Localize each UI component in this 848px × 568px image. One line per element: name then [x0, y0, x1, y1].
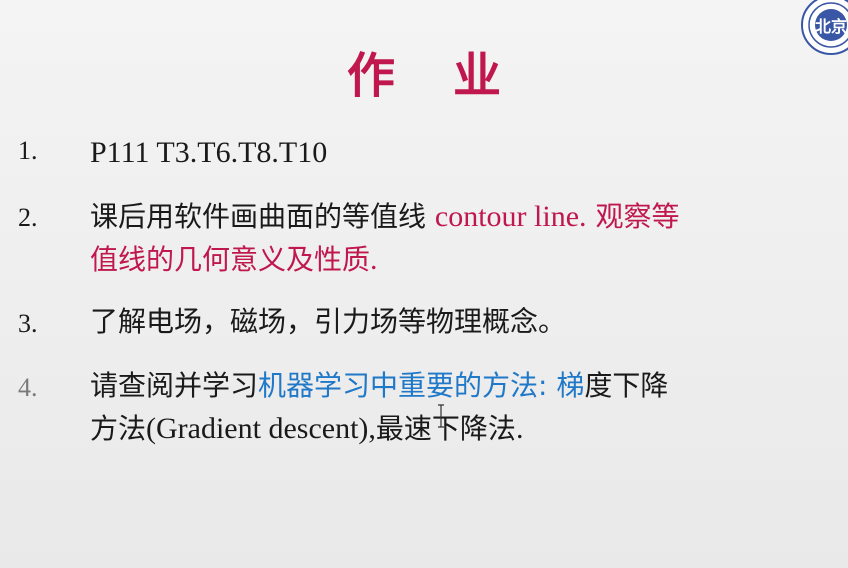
item-text-black: 课后用软件画曲面的等值线	[90, 200, 435, 233]
item-number: 1.	[18, 136, 38, 165]
item-text-english: contour line.	[434, 200, 587, 233]
item-text-blue: 机器学习中重要的方法: 梯	[258, 369, 585, 402]
item-text-red-2: 值线的几何意义及性质	[90, 243, 371, 276]
item-text-red-end: .	[370, 243, 378, 276]
item-text: 请查阅并学习机器学习中重要的方法: 梯度下降方法(Gradient descen…	[90, 364, 830, 450]
item-text: P111 T3.T6.T8.T10	[90, 136, 328, 169]
item-number: 4.	[18, 373, 38, 402]
item-text-line2-b: 最速下降法	[375, 412, 516, 445]
item-text-english: (Gradient descent),	[146, 412, 376, 445]
page-title: 作业	[0, 36, 848, 106]
item-text: 了解电场，磁场，引力场等物理概念。	[90, 305, 567, 338]
text-cursor-icon	[437, 404, 445, 428]
item-text-line2-a: 方法	[90, 412, 147, 445]
title-char-2: 业	[453, 48, 502, 104]
item-text: 课后用软件画曲面的等值线 contour line. 观察等值线的几何意义及性质…	[90, 195, 830, 281]
item-number: 2.	[18, 203, 38, 232]
item-text-line2-end: .	[515, 412, 524, 445]
item-text-after-blue: 度下降	[584, 369, 669, 402]
item-text-red-1: 观察等	[586, 200, 680, 233]
item-text-lead: 请查阅并学习	[90, 369, 259, 402]
slide: 北京 作业 1. P111 T3.T6.T8.T10 2. 课后用软件画曲面的等…	[0, 0, 848, 568]
item-number: 3.	[18, 309, 38, 338]
seal-lettering: 北京	[815, 17, 847, 36]
title-char-1: 作	[346, 48, 395, 104]
